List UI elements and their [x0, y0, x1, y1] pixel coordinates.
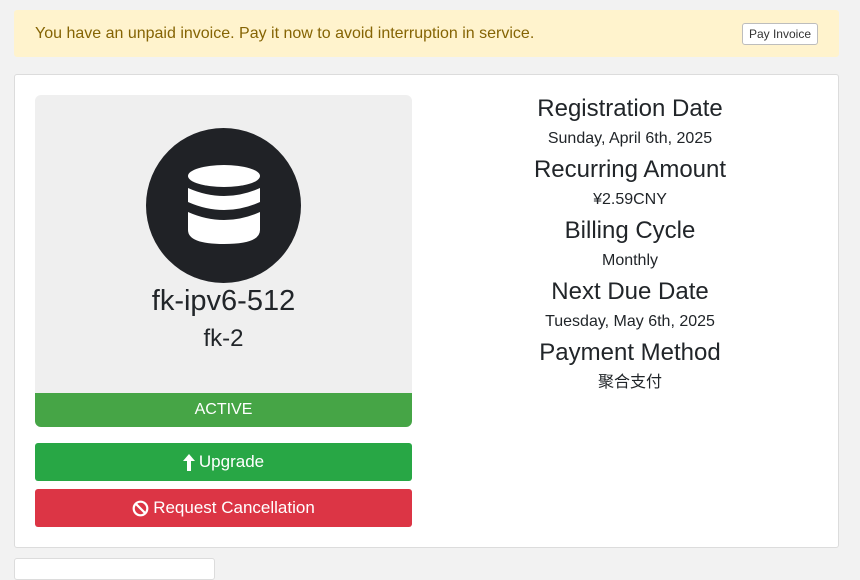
cancellation-label: Request Cancellation	[153, 498, 315, 517]
request-cancellation-button[interactable]: Request Cancellation	[35, 489, 412, 527]
unpaid-invoice-alert: You have an unpaid invoice. Pay it now t…	[14, 10, 839, 57]
next-due-date-title: Next Due Date	[551, 278, 709, 305]
pay-invoice-button[interactable]: Pay Invoice	[741, 22, 818, 45]
billing-cycle-value: Monthly	[601, 252, 659, 269]
product-icon-circle	[146, 128, 301, 283]
database-icon	[188, 165, 260, 244]
billing-cycle-title: Billing Cycle	[564, 217, 696, 244]
product-group: fk-2	[203, 325, 244, 352]
registration-date-title: Registration Date	[537, 95, 723, 122]
recurring-amount-value: ¥2.59CNY	[593, 191, 667, 208]
upgrade-arrow-icon	[182, 453, 195, 471]
recurring-amount-title: Recurring Amount	[533, 156, 727, 183]
status-badge: ACTIVE	[35, 393, 412, 427]
next-due-date-value: Tuesday, May 6th, 2025	[545, 313, 715, 330]
product-card: fk-ipv6-512 fk-2	[35, 95, 412, 393]
payment-method-value: 聚合支付	[597, 374, 662, 391]
product-name: fk-ipv6-512	[151, 285, 296, 317]
ban-icon	[132, 500, 149, 516]
next-section-tab[interactable]	[14, 558, 215, 580]
product-details-panel: fk-ipv6-512 fk-2 ACTIVE Upgrade Request …	[14, 74, 839, 548]
upgrade-button[interactable]: Upgrade	[35, 443, 412, 481]
upgrade-label: Upgrade	[198, 452, 265, 471]
registration-date-value: Sunday, April 6th, 2025	[547, 130, 713, 147]
alert-message: You have an unpaid invoice. Pay it now t…	[35, 24, 535, 42]
billing-info: Registration Date Sunday, April 6th, 202…	[440, 93, 820, 398]
payment-method-title: Payment Method	[539, 339, 721, 366]
